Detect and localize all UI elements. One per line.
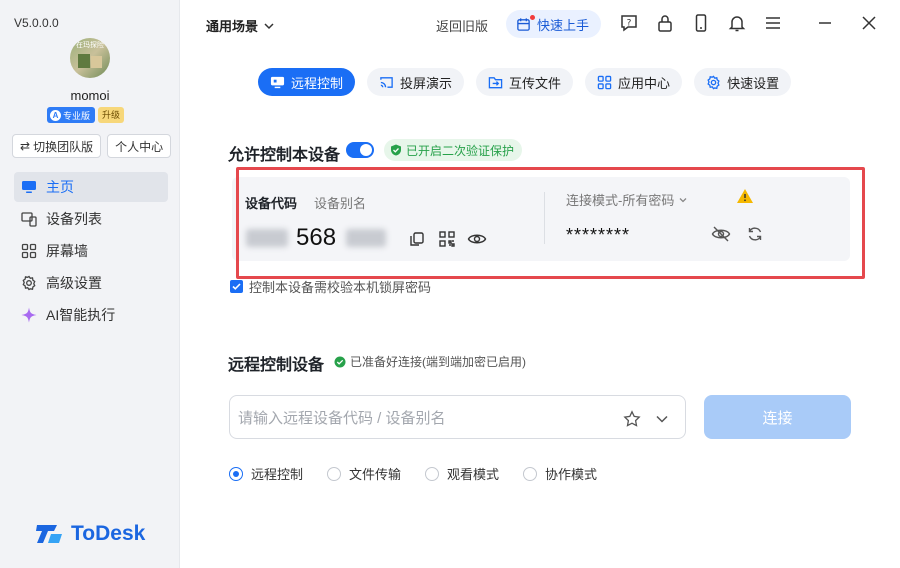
top-toolbar: ? — [618, 12, 784, 34]
radio-unselected[interactable] — [327, 466, 342, 481]
gear-icon — [707, 75, 720, 89]
calendar-icon — [517, 17, 530, 31]
minimize-icon[interactable] — [814, 12, 836, 34]
close-icon[interactable] — [858, 12, 880, 34]
tab-app-center[interactable]: 应用中心 — [585, 68, 683, 96]
back-to-old-version-link[interactable]: 返回旧版 — [436, 16, 488, 35]
sidebar-item-devices[interactable]: 设备列表 — [14, 204, 168, 234]
upgrade-badge[interactable]: 升级 — [98, 107, 125, 123]
radio-unselected[interactable] — [523, 466, 538, 481]
username: momoi — [70, 88, 110, 103]
sidebar-item-screen-wall[interactable]: 屏幕墙 — [14, 236, 168, 266]
remote-code-input[interactable] — [238, 406, 618, 430]
quick-start-button[interactable]: 快速上手 — [506, 10, 602, 38]
sidebar-item-home[interactable]: 主页 — [14, 172, 168, 202]
help-icon[interactable]: ? — [618, 12, 640, 34]
feature-tabs: 远程控制 投屏演示 互传文件 应用中心 快速设置 — [258, 68, 792, 96]
monitor-icon — [20, 178, 38, 196]
avatar-caption: 在玛探险 — [76, 42, 104, 49]
sparkle-icon — [20, 306, 38, 324]
radio-selected[interactable] — [229, 466, 243, 481]
check-circle-icon — [334, 356, 346, 367]
allow-control-title: 允许控制本设备 — [228, 147, 341, 164]
sidebar-item-ai-execute[interactable]: AI智能执行 — [14, 300, 168, 330]
allow-control-toggle[interactable] — [346, 142, 374, 158]
menu-icon[interactable] — [762, 12, 784, 34]
todesk-window: V5.0.0.0 在玛探险 momoi A 专业版 升级 ⇄ 切换团队版 个人中… — [0, 0, 900, 568]
tab-screen-cast[interactable]: 投屏演示 — [367, 68, 465, 96]
file-transfer-icon — [488, 76, 503, 88]
todesk-logo-icon — [36, 525, 62, 543]
tab-quick-settings[interactable]: 快速设置 — [694, 68, 792, 96]
svg-text:?: ? — [627, 19, 632, 29]
chevron-down-icon[interactable] — [651, 408, 673, 430]
radio-file-transfer[interactable]: 文件传输 — [327, 464, 401, 483]
connection-ready-status: 已准备好连接(端到端加密已启用) — [334, 353, 526, 370]
todesk-logo: ToDesk — [35, 522, 145, 546]
gear-icon — [20, 274, 38, 292]
lock-icon[interactable] — [654, 12, 676, 34]
remote-control-title: 远程控制设备 — [228, 357, 325, 374]
account-actions: ⇄ 切换团队版 个人中心 — [12, 134, 172, 158]
phone-icon[interactable] — [690, 12, 712, 34]
two-factor-badge: 已开启二次验证保护 — [384, 139, 523, 161]
connect-button[interactable]: 连接 — [704, 395, 851, 439]
grid-icon — [20, 242, 38, 260]
notification-dot — [530, 15, 535, 20]
switch-team-button[interactable]: ⇄ 切换团队版 — [12, 134, 102, 158]
sidebar: V5.0.0.0 在玛探险 momoi A 专业版 升级 ⇄ 切换团队版 个人中… — [0, 0, 180, 568]
radio-view-mode[interactable]: 观看模式 — [425, 464, 499, 483]
radio-collab-mode[interactable]: 协作模式 — [523, 464, 597, 483]
cast-icon — [380, 76, 393, 88]
radio-remote-control[interactable]: 远程控制 — [229, 464, 303, 483]
version-label: V5.0.0.0 — [14, 16, 59, 30]
connection-mode-radios: 远程控制 文件传输 观看模式 协作模式 — [229, 464, 597, 483]
input-actions — [621, 408, 673, 430]
remote-code-input-box — [229, 395, 686, 439]
tab-file-transfer[interactable]: 互传文件 — [476, 68, 574, 96]
window-controls — [814, 12, 880, 34]
scene-selector[interactable]: 通用场景 — [206, 16, 276, 35]
pro-badge-icon: A — [50, 109, 61, 121]
personal-center-button[interactable]: 个人中心 — [107, 134, 172, 158]
lock-screen-password-checkbox[interactable]: 控制本设备需校验本机锁屏密码 — [230, 277, 431, 296]
shield-check-icon — [391, 144, 401, 156]
chevron-down-icon — [264, 22, 274, 29]
checkbox-checked[interactable] — [230, 280, 243, 293]
sidebar-nav: 主页 设备列表 屏幕墙 高级设置 AI智能执行 — [14, 172, 168, 332]
avatar[interactable]: 在玛探险 — [70, 38, 110, 78]
pro-badge-label: 专业版 — [63, 110, 91, 121]
radio-unselected[interactable] — [425, 466, 440, 481]
apps-icon — [597, 75, 612, 89]
remote-icon — [270, 76, 285, 88]
swap-icon: ⇄ — [20, 139, 31, 153]
main-panel: 通用场景 返回旧版 快速上手 ? 远程控制 投屏演示 互传文件 应用中心 快速设… — [180, 0, 900, 568]
account-badges: A 专业版 升级 — [47, 107, 125, 123]
tab-remote-control[interactable]: 远程控制 — [258, 68, 356, 96]
bell-icon[interactable] — [726, 12, 748, 34]
star-icon[interactable] — [621, 408, 643, 430]
sidebar-item-advanced-settings[interactable]: 高级设置 — [14, 268, 168, 298]
devices-icon — [20, 210, 38, 228]
pro-badge: A 专业版 — [47, 107, 96, 123]
highlight-frame — [236, 167, 865, 279]
